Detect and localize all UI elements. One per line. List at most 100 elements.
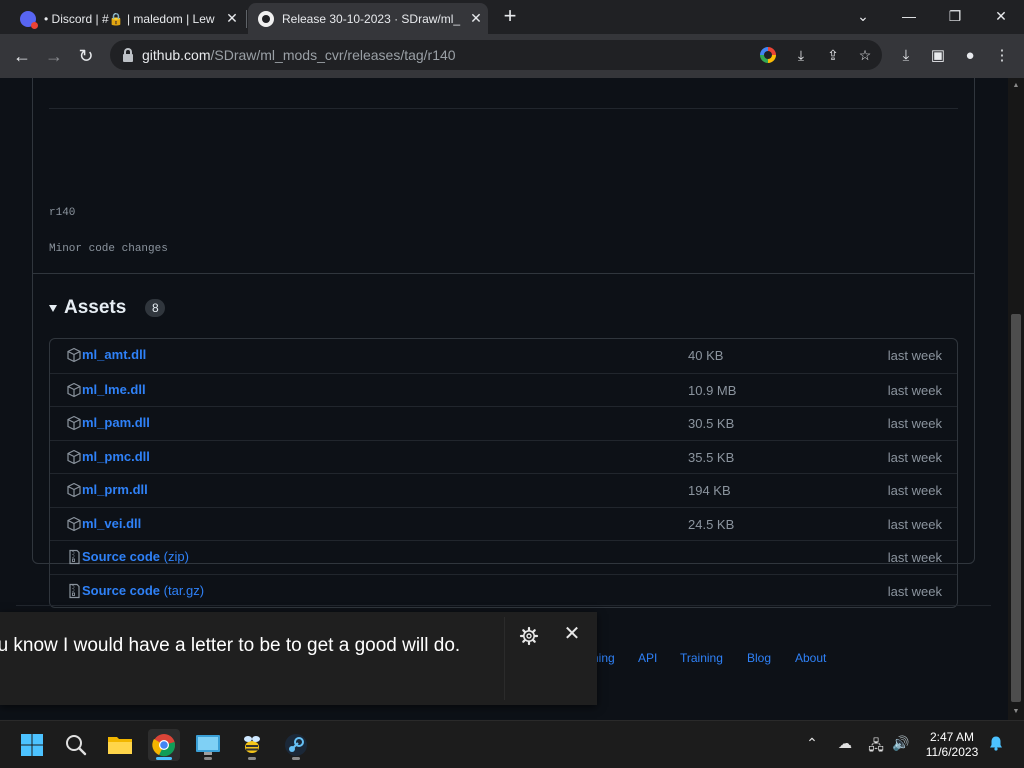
close-icon[interactable]: ✕ (562, 624, 582, 644)
asset-link[interactable]: ml_prm.dll (82, 482, 148, 497)
tab-separator (246, 10, 247, 28)
clock-date: 11/6/2023 (925, 745, 979, 759)
asset-size: 35.5 KB (688, 449, 735, 465)
install-app-icon[interactable]: ⤓ (792, 47, 810, 65)
discord-favicon-icon (20, 10, 38, 29)
scrollbar-thumb[interactable] (1011, 314, 1021, 702)
asset-link[interactable]: ml_vei.dll (82, 516, 141, 531)
source-code-zip-link[interactable]: Source code (zip) (82, 549, 189, 564)
chrome-icon (152, 734, 175, 757)
asset-link[interactable]: ml_pmc.dll (82, 449, 150, 464)
asset-link[interactable]: ml_lme.dll (82, 382, 146, 397)
tab-discord[interactable]: • Discord | #🔒 | maledom | Lew ✕ (12, 3, 244, 34)
running-indicator (292, 757, 300, 760)
divider (33, 273, 974, 274)
steam-button[interactable] (280, 729, 312, 761)
bee-app-button[interactable] (236, 729, 268, 761)
windows-logo-icon (21, 734, 43, 756)
network-icon[interactable]: 🖧 (866, 735, 886, 759)
package-icon (67, 449, 81, 464)
footer-divider (16, 605, 991, 606)
asset-row: ml_lme.dll 10.9 MB last week (50, 372, 957, 407)
footer-link-training[interactable]: Training (680, 651, 723, 665)
footer-link-blog[interactable]: Blog (747, 651, 771, 665)
release-card: r140 Minor code changes Assets 8 ml_amt.… (32, 78, 975, 608)
bee-icon (244, 736, 260, 753)
menu-kebab-icon[interactable]: ⋮ (992, 46, 1012, 66)
divider (49, 108, 958, 109)
package-icon (67, 382, 81, 397)
asset-size: 10.9 MB (688, 382, 737, 398)
assets-heading: Assets (64, 297, 127, 318)
search-button[interactable] (60, 729, 92, 761)
scroll-up-arrow-icon[interactable]: ▲ (1012, 82, 1020, 89)
live-caption-panel: ou know I would have a letter to be to g… (0, 612, 597, 705)
minimize-button[interactable]: — (886, 0, 932, 34)
side-panel-icon[interactable]: ▣ (928, 46, 948, 66)
asset-size: 194 KB (688, 483, 731, 498)
profile-icon[interactable]: ● (960, 46, 980, 66)
google-lens-icon[interactable] (760, 47, 776, 63)
settings-gear-icon[interactable] (519, 626, 539, 646)
asset-size: 40 KB (688, 348, 724, 363)
lock-icon[interactable] (123, 47, 133, 62)
live-caption-text: ou know I would have a letter to be to g… (0, 635, 461, 656)
asset-link[interactable]: ml_amt.dll (82, 347, 146, 362)
assets-summary[interactable]: Assets 8 (49, 297, 166, 319)
release-tag-text: r140 (49, 207, 76, 219)
assets-count-badge: 8 (145, 299, 166, 317)
restore-button[interactable]: ❐ (932, 0, 978, 34)
folder-icon (108, 737, 132, 754)
remote-desktop-button[interactable] (192, 729, 224, 761)
github-favicon-icon (258, 10, 274, 27)
file-explorer-button[interactable] (104, 729, 136, 761)
search-icon (66, 735, 87, 756)
chrome-taskbar-button[interactable] (148, 729, 180, 761)
onedrive-cloud-icon[interactable]: ☁ (835, 735, 855, 752)
footer-link-about[interactable]: About (795, 651, 826, 665)
notification-bell-icon[interactable] (986, 735, 1006, 754)
asset-date: last week (887, 583, 942, 599)
package-icon (67, 482, 81, 498)
source-code-targz-link[interactable]: Source code (tar.gz) (82, 583, 204, 598)
release-notes-text: Minor code changes (49, 243, 168, 255)
show-hidden-icons-chevron-icon[interactable]: ⌃ (802, 735, 822, 752)
address-bar[interactable]: github.com/SDraw/ml_mods_cvr/releases/ta… (110, 40, 882, 70)
close-tab-icon[interactable]: ✕ (464, 10, 488, 27)
share-icon[interactable]: ⇪ (824, 47, 842, 65)
assets-list: ml_amt.dll 40 KB last week ml_lme.dll 10… (49, 338, 958, 608)
package-icon (67, 347, 81, 363)
asset-date: last week (887, 483, 942, 498)
scroll-down-arrow-icon[interactable]: ▼ (1012, 708, 1020, 715)
bookmark-star-icon[interactable]: ☆ (856, 47, 874, 65)
file-zip-icon (69, 549, 80, 565)
forward-button[interactable]: → (40, 42, 68, 70)
vertical-scrollbar[interactable]: ▲ ▼ (1008, 78, 1024, 720)
reload-button[interactable]: ↻ (72, 42, 100, 70)
asset-link[interactable]: ml_pam.dll (82, 415, 150, 430)
volume-icon[interactable]: 🔊 (891, 735, 911, 752)
browser-toolbar: ← → ↻ github.com/SDraw/ml_mods_cvr/relea… (0, 34, 1024, 78)
asset-row: ml_vei.dll 24.5 KB last week (50, 506, 957, 541)
running-indicator (248, 757, 256, 760)
asset-row: ml_pmc.dll 35.5 KB last week (50, 439, 957, 474)
url-text: github.com/SDraw/ml_mods_cvr/releases/ta… (142, 47, 456, 63)
asset-size: 30.5 KB (688, 416, 735, 431)
new-tab-button[interactable]: + (498, 5, 522, 29)
close-tab-icon[interactable]: ✕ (220, 10, 244, 27)
close-window-button[interactable]: ✕ (978, 0, 1024, 34)
start-button[interactable] (16, 729, 48, 761)
active-indicator (156, 757, 172, 760)
tab-title: • Discord | #🔒 | maledom | Lew (44, 11, 215, 26)
clock-time: 2:47 AM (929, 730, 975, 744)
divider (504, 617, 505, 700)
package-icon (67, 415, 81, 431)
downloads-icon[interactable]: ⤓ (896, 46, 916, 66)
system-clock[interactable]: 2:47 AM 11/6/2023 (918, 730, 986, 760)
back-button[interactable]: ← (8, 42, 36, 70)
asset-date: last week (887, 382, 942, 398)
tab-search-icon[interactable]: ⌄ (840, 0, 886, 34)
tab-github-release[interactable]: Release 30-10-2023 · SDraw/ml_ ✕ (248, 3, 488, 34)
footer-link-api[interactable]: API (638, 651, 657, 665)
asset-row: ml_amt.dll 40 KB last week (50, 339, 957, 373)
